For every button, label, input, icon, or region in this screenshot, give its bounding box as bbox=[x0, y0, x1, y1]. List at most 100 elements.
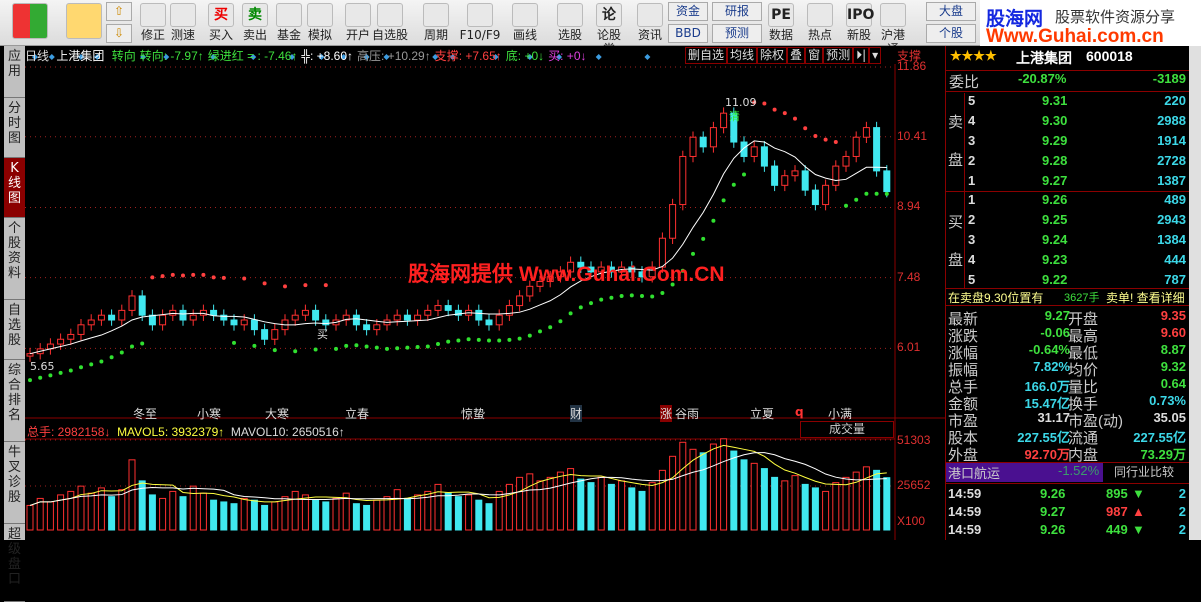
toolbar-period-button[interactable]: 周期 bbox=[414, 2, 458, 44]
stock-title-row: ★★★★ 上港集团 600018 bbox=[946, 48, 1190, 68]
kline-chart[interactable]: 11.09清 5.65 买 bbox=[25, 46, 945, 540]
volume-bar bbox=[792, 476, 798, 530]
sar-dot bbox=[191, 273, 195, 277]
toolbar-ipo-button[interactable]: IPO 新股 bbox=[842, 2, 876, 44]
sidebar-tab-5[interactable]: 综合排名 bbox=[4, 360, 25, 442]
volume-label-button[interactable]: 成交量 bbox=[800, 421, 894, 438]
sar-dot bbox=[293, 349, 297, 353]
sidebar-tab-7[interactable]: 超级盘口 bbox=[4, 524, 25, 602]
toolbar-fund-button[interactable]: 基金 bbox=[272, 2, 306, 44]
sar-dot bbox=[385, 347, 389, 351]
toolbar-back-arrow-button[interactable] bbox=[60, 2, 108, 44]
f10-icon bbox=[467, 3, 493, 27]
sar-dot bbox=[232, 341, 236, 345]
stat-row: 涨跌 -0.06 最高 9.60 bbox=[946, 325, 1190, 342]
sells-level[interactable]: 3 9.29 1914 bbox=[946, 133, 1190, 153]
forum-icon: 论 bbox=[596, 3, 622, 27]
toolbar-yanbao-button[interactable]: 研报 bbox=[712, 2, 762, 21]
sells-level[interactable]: 5 9.31 220 bbox=[946, 93, 1190, 113]
sidebar-tab-1[interactable]: 分时图 bbox=[4, 98, 25, 158]
down-arrow-button[interactable]: ⇩ bbox=[106, 24, 132, 43]
toolbar-bbd-button[interactable]: BBD bbox=[668, 24, 708, 43]
toolbar-sse-hke-button[interactable]: 沪港通 bbox=[876, 2, 910, 44]
chart-button-4[interactable]: 窗 bbox=[805, 47, 823, 64]
chart-button-2[interactable]: 除权 bbox=[757, 47, 787, 64]
chart-button-6[interactable]: ⏵| bbox=[853, 47, 869, 64]
sells-level[interactable]: 4 9.30 2988 bbox=[946, 113, 1190, 133]
volume-bar bbox=[374, 500, 380, 530]
sar-dot bbox=[579, 305, 583, 309]
toolbar-f10-button[interactable]: F10/F9 bbox=[458, 2, 502, 44]
clock-icon bbox=[170, 3, 196, 27]
sidebar-tab-3[interactable]: 个股资料 bbox=[4, 218, 25, 300]
candle bbox=[761, 147, 767, 166]
toolbar-refresh-button[interactable]: 修正 bbox=[136, 2, 170, 44]
toolbar-hot-button[interactable]: 热点 bbox=[803, 2, 837, 44]
fund-icon bbox=[276, 3, 302, 27]
buys-level[interactable]: 1 9.26 489 bbox=[946, 192, 1190, 212]
notice-qty: 3627手 bbox=[1064, 289, 1099, 305]
level-price: 9.24 bbox=[1042, 232, 1067, 247]
volume-bar bbox=[741, 460, 747, 530]
toolbar-sell-button[interactable]: 卖卖出 bbox=[238, 2, 272, 44]
toolbar-windows-grid-button[interactable] bbox=[6, 2, 54, 44]
notice-detail-link[interactable]: 卖单! 查看详细 bbox=[1106, 289, 1185, 306]
sells-level[interactable]: 1 9.27 1387 bbox=[946, 173, 1190, 193]
chart-button-7[interactable]: ▾ bbox=[869, 47, 881, 64]
toolbar-button-label: 资讯 bbox=[633, 28, 667, 42]
toolbar-button-label: 画线 bbox=[503, 28, 547, 42]
candle bbox=[517, 296, 523, 306]
candle bbox=[211, 310, 217, 315]
chart-button-0[interactable]: 删自选 bbox=[685, 47, 727, 64]
candle bbox=[394, 315, 400, 320]
order-notice[interactable]: 在卖盘9.30位置有 3627手 卖单! 查看详细 bbox=[946, 288, 1190, 306]
watermark: 股海网提供 Www.Guhai.Com.CN bbox=[408, 258, 725, 288]
toolbar-dapan-button[interactable]: 大盘 bbox=[926, 2, 976, 21]
volume-bar bbox=[231, 504, 237, 530]
toolbar-news-button[interactable]: 资讯 bbox=[633, 2, 667, 44]
candle bbox=[139, 296, 145, 315]
sells-level[interactable]: 2 9.28 2728 bbox=[946, 153, 1190, 173]
toolbar-clock-button[interactable]: 测速 bbox=[166, 2, 200, 44]
weibi-label: 委比 bbox=[949, 71, 979, 92]
sidebar-tab-4[interactable]: 自选股 bbox=[4, 300, 25, 360]
buys-level[interactable]: 4 9.23 444 bbox=[946, 252, 1190, 272]
sidebar-tab-0[interactable]: 应用 bbox=[4, 46, 25, 98]
volume-bar bbox=[98, 488, 104, 530]
toolbar-forum-button[interactable]: 论论股堂 bbox=[592, 2, 626, 44]
toolbar-gegu-button[interactable]: 个股 bbox=[926, 24, 976, 43]
toolbar-yuce-button[interactable]: 预测 bbox=[712, 24, 762, 43]
candle bbox=[843, 156, 849, 166]
sar-dot bbox=[344, 344, 348, 348]
level-price: 9.29 bbox=[1042, 133, 1067, 148]
toolbar-select-stock-button[interactable]: 选股 bbox=[548, 2, 592, 44]
sar-dot bbox=[334, 347, 338, 351]
toolbar-pencil-button[interactable]: 画线 bbox=[503, 2, 547, 44]
news-icon bbox=[637, 3, 663, 27]
toolbar-folder-star-button[interactable]: 自选股 bbox=[368, 2, 412, 44]
sar-dot bbox=[201, 273, 205, 277]
level-num: 1 bbox=[968, 192, 975, 207]
chart-button-3[interactable]: 叠 bbox=[787, 47, 805, 64]
chart-button-1[interactable]: 均线 bbox=[727, 47, 757, 64]
sidebar-tab-6[interactable]: 牛叉诊股 bbox=[4, 442, 25, 524]
volume-bar bbox=[527, 474, 533, 530]
sar-dot bbox=[793, 117, 797, 121]
scrollbar[interactable] bbox=[1189, 46, 1201, 540]
candle bbox=[496, 315, 502, 325]
logo-url: Www.Guhai.com.cn bbox=[986, 26, 1164, 48]
chart-button-5[interactable]: 预测 bbox=[823, 47, 853, 64]
toolbar-gavel-button[interactable]: 模拟 bbox=[303, 2, 337, 44]
up-arrow-button[interactable]: ⇧ bbox=[106, 2, 132, 21]
volume-bar bbox=[639, 491, 645, 530]
candle bbox=[670, 205, 676, 239]
buys-level[interactable]: 2 9.25 2943 bbox=[946, 212, 1190, 232]
toolbar-zijin-button[interactable]: 资金 bbox=[668, 2, 708, 21]
buys-level[interactable]: 3 9.24 1384 bbox=[946, 232, 1190, 252]
tick-time: 14:59 bbox=[948, 504, 981, 519]
industry-compare-button[interactable]: 同行业比较 bbox=[1114, 463, 1174, 480]
toolbar-buy-button[interactable]: 买买入 bbox=[204, 2, 238, 44]
sidebar-tab-2[interactable]: K线图 bbox=[4, 158, 25, 218]
toolbar-pe-button[interactable]: PE 数据 bbox=[764, 2, 798, 44]
level-price: 9.23 bbox=[1042, 252, 1067, 267]
